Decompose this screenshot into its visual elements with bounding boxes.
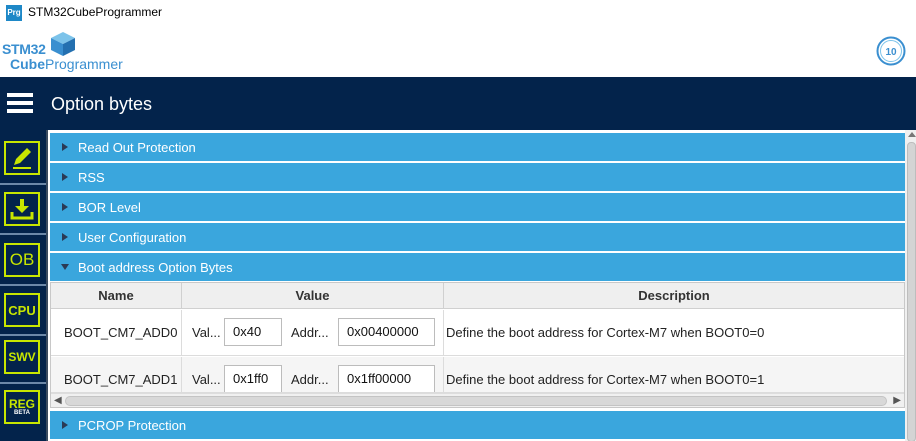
- cpu-icon: CPU: [8, 302, 36, 318]
- window-titlebar: Prg STM32CubeProgrammer: [0, 0, 916, 26]
- scroll-up-icon[interactable]: [908, 132, 916, 137]
- hamburger-menu-icon[interactable]: [7, 93, 33, 113]
- page-title: Option bytes: [51, 94, 153, 114]
- cube-logo-icon: [51, 32, 75, 56]
- download-icon: [10, 199, 34, 220]
- row-value-cell: Val... 0x1ff0 Addr... 0x1ff00000: [182, 357, 444, 392]
- window-title: STM32CubeProgrammer: [28, 5, 163, 19]
- row-description: Define the boot address for Cortex-M7 wh…: [446, 325, 765, 340]
- anniversary-badge-icon: 10: [876, 36, 906, 66]
- table-row: BOOT_CM7_ADD0 Val... 0x40 Addr... 0x0040…: [51, 310, 904, 356]
- app-icon: Prg: [6, 5, 22, 21]
- chevron-right-icon: [62, 143, 68, 151]
- section-label: PCROP Protection: [78, 418, 187, 433]
- sidebar-divider: [0, 233, 46, 235]
- address-input[interactable]: 0x00400000: [338, 318, 435, 346]
- address-label: Addr...: [291, 372, 329, 387]
- edit-icon: [13, 148, 31, 169]
- section-boot-address[interactable]: Boot address Option Bytes: [50, 253, 905, 281]
- logo-cubeprogrammer-text: CubeProgrammer: [10, 56, 123, 72]
- column-header-value[interactable]: Value: [182, 283, 444, 309]
- row-description: Define the boot address for Cortex-M7 wh…: [446, 372, 765, 387]
- vertical-scrollbar[interactable]: [905, 130, 916, 441]
- logo-bar: STM32 CubeProgrammer 10: [0, 26, 916, 77]
- boot-address-table: Name Value Description BOOT_CM7_ADD0 Val…: [50, 282, 905, 408]
- value-input[interactable]: 0x1ff0: [224, 365, 282, 392]
- page-header: Option bytes: [0, 77, 916, 130]
- value-label: Val...: [192, 325, 221, 340]
- sidebar: OB CPU SWV REG BETA: [0, 130, 46, 441]
- address-label: Addr...: [291, 325, 329, 340]
- sidebar-item-download[interactable]: [4, 192, 40, 226]
- horizontal-scrollbar[interactable]: ◀ ▶: [51, 393, 904, 407]
- column-header-description[interactable]: Description: [444, 283, 904, 309]
- row-name: BOOT_CM7_ADD1: [51, 357, 182, 392]
- section-bor-level[interactable]: BOR Level: [50, 193, 905, 221]
- chevron-right-icon: [62, 233, 68, 241]
- table-header: Name Value Description: [51, 283, 904, 309]
- section-read-out-protection[interactable]: Read Out Protection: [50, 133, 905, 161]
- scrollbar-thumb[interactable]: [65, 396, 887, 406]
- swv-icon: SWV: [8, 350, 36, 364]
- sidebar-divider: [0, 382, 46, 384]
- sidebar-item-erasing-programming[interactable]: [4, 141, 40, 175]
- section-label: RSS: [78, 170, 105, 185]
- sidebar-divider: [0, 334, 46, 336]
- chevron-right-icon: [62, 203, 68, 211]
- section-rss[interactable]: RSS: [50, 163, 905, 191]
- svg-text:10: 10: [885, 47, 897, 58]
- row-name: BOOT_CM7_ADD0: [51, 310, 182, 356]
- scroll-left-icon[interactable]: ◀: [54, 395, 62, 406]
- sidebar-item-cpu[interactable]: CPU: [4, 293, 40, 327]
- chevron-right-icon: [62, 173, 68, 181]
- scrollbar-thumb[interactable]: [907, 142, 916, 441]
- beta-label: BETA: [14, 410, 30, 416]
- table-row: BOOT_CM7_ADD1 Val... 0x1ff0 Addr... 0x1f…: [51, 357, 904, 393]
- section-label: Boot address Option Bytes: [78, 260, 233, 275]
- sidebar-item-reg[interactable]: REG BETA: [4, 390, 40, 424]
- section-pcrop-protection[interactable]: PCROP Protection: [50, 411, 905, 439]
- chevron-right-icon: [62, 421, 68, 429]
- chevron-down-icon: [61, 264, 69, 270]
- sidebar-divider: [0, 284, 46, 286]
- value-input[interactable]: 0x40: [224, 318, 282, 346]
- sidebar-divider: [0, 183, 46, 185]
- section-label: Read Out Protection: [78, 140, 196, 155]
- address-input[interactable]: 0x1ff00000: [338, 365, 435, 392]
- section-label: User Configuration: [78, 230, 187, 245]
- option-bytes-panel: Read Out Protection RSS BOR Level User C…: [46, 130, 916, 441]
- column-header-name[interactable]: Name: [51, 283, 182, 309]
- section-label: BOR Level: [78, 200, 141, 215]
- scroll-right-icon[interactable]: ▶: [893, 395, 901, 406]
- value-label: Val...: [192, 372, 221, 387]
- sidebar-item-swv[interactable]: SWV: [4, 340, 40, 374]
- option-bytes-icon: OB: [9, 250, 35, 269]
- register-icon: REG: [8, 397, 35, 411]
- sidebar-item-ob[interactable]: OB: [4, 243, 40, 277]
- section-user-configuration[interactable]: User Configuration: [50, 223, 905, 251]
- logo-stm32-text: STM32: [2, 41, 46, 57]
- row-value-cell: Val... 0x40 Addr... 0x00400000: [182, 310, 444, 356]
